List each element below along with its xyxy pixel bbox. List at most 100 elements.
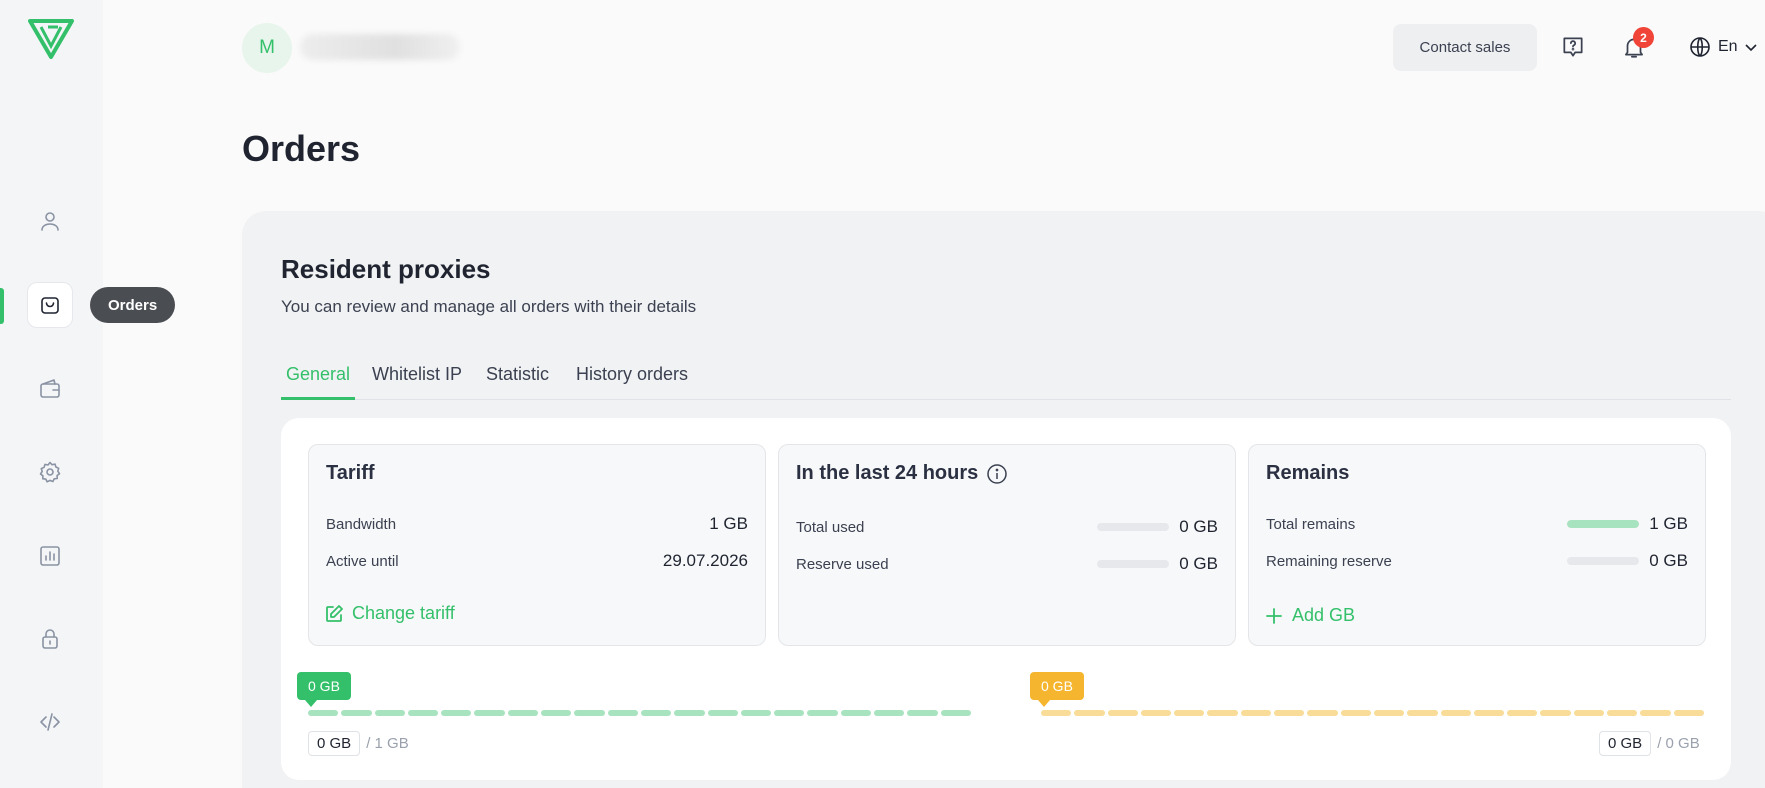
meter-segment [774, 710, 805, 716]
user-icon [41, 212, 59, 231]
active-until-value: 29.07.2026 [662, 551, 748, 570]
sidebar-tooltip: Orders [90, 287, 176, 323]
sidebar-item-statistics[interactable] [27, 533, 73, 579]
meter-segment [574, 710, 605, 716]
meter-segment [1240, 710, 1272, 716]
meter-segment [840, 710, 872, 716]
sidebar-item-settings[interactable] [27, 449, 73, 495]
reserve-usage-meter [1041, 710, 1704, 716]
meter-segment [607, 710, 638, 716]
meter-segment [374, 710, 405, 716]
meter-segment [1041, 710, 1072, 716]
section-title: Resident proxies [281, 254, 491, 284]
help-icon [1563, 37, 1583, 57]
add-gb-button[interactable]: Add GB [1264, 605, 1355, 626]
reserve-usage-label: 0 GB / 0 GB [1599, 731, 1700, 756]
main-usage-flag: 0 GB [297, 672, 351, 707]
reserve-used-value: 0 GB [1179, 554, 1218, 573]
bandwidth-row: Bandwidth 1 GB [326, 513, 748, 535]
change-tariff-button[interactable]: Change tariff [324, 603, 455, 624]
sidebar-item-profile[interactable] [27, 198, 73, 244]
meter-segment [1507, 710, 1538, 716]
meter-segment [1074, 710, 1105, 716]
help-button[interactable] [1560, 34, 1586, 60]
meter-segment [640, 710, 672, 716]
total-used-row: Total used 0 GB [796, 516, 1218, 538]
active-until-row: Active until 29.07.2026 [326, 550, 748, 572]
sidebar-item-wallet[interactable] [27, 366, 73, 412]
meter-segment [407, 710, 439, 716]
remains-title: Remains [1266, 462, 1350, 484]
meter-segment [874, 710, 905, 716]
gear-icon [39, 461, 61, 483]
globe-icon [1690, 37, 1710, 57]
tab-whitelist-ip[interactable]: Whitelist IP [367, 364, 467, 400]
active-indicator [0, 288, 4, 324]
reserve-usage-used: 0 GB [1599, 731, 1652, 756]
reserve-used-row: Reserve used 0 GB [796, 553, 1218, 575]
notification-badge: 2 [1633, 27, 1654, 48]
lock-icon [42, 629, 58, 649]
meter-segment [474, 710, 505, 716]
last-24-hours-card: In the last 24 hours Total used 0 GB Res… [778, 444, 1236, 646]
meter-segment [1107, 710, 1138, 716]
sidebar-item-orders[interactable] [27, 282, 73, 328]
meter-segment [1307, 710, 1338, 716]
total-remains-label: Total remains [1266, 515, 1356, 533]
language-label: En [1718, 38, 1738, 55]
meter-segment [1340, 710, 1371, 716]
tab-history-orders[interactable]: History orders [571, 364, 693, 400]
meter-segment [1473, 710, 1505, 716]
sidebar-item-security[interactable] [27, 616, 73, 662]
meter-segment [907, 710, 938, 716]
remaining-reserve-label: Remaining reserve [1266, 552, 1392, 570]
total-used-label: Total used [796, 518, 865, 536]
total-used-value: 0 GB [1179, 517, 1218, 536]
page-title: Orders [242, 128, 361, 169]
meter-segment [674, 710, 705, 716]
avatar[interactable]: M [242, 23, 292, 73]
bar-chart-icon [40, 546, 60, 566]
main-usage-total: / 1 GB [366, 735, 409, 752]
tab-statistic[interactable]: Statistic [481, 364, 554, 400]
meter-segment [1274, 710, 1305, 716]
edit-icon [326, 604, 343, 622]
bandwidth-value: 1 GB [709, 514, 748, 533]
brand-logo[interactable] [28, 18, 74, 60]
meter-segment [1540, 710, 1571, 716]
total-remains-row: Total remains 1 GB [1266, 513, 1688, 535]
meter-segment [1640, 710, 1671, 716]
username-redacted [300, 34, 460, 60]
meter-segment [1607, 710, 1638, 716]
tab-general[interactable]: General [281, 364, 356, 400]
meter-segment [707, 710, 738, 716]
contact-sales-button[interactable]: Contact sales [1393, 24, 1537, 71]
sidebar-item-api[interactable] [27, 699, 73, 745]
meter-segment [308, 710, 339, 716]
meter-segment [1573, 710, 1605, 716]
tariff-card: Tariff Bandwidth 1 GB Active until 29.07… [308, 444, 766, 646]
meter-segment [507, 710, 539, 716]
meter-segment [740, 710, 772, 716]
meter-segment [341, 710, 372, 716]
meter-segment [1373, 710, 1405, 716]
meter-segment [1407, 710, 1438, 716]
meter-segment [1207, 710, 1238, 716]
total-used-bar [1097, 523, 1170, 531]
total-remains-value: 1 GB [1649, 514, 1688, 533]
info-icon[interactable] [986, 463, 1008, 485]
remains-card: Remains Total remains 1 GB Remaining res… [1248, 444, 1706, 646]
shopping-bag-icon [41, 297, 59, 314]
total-remains-bar [1567, 520, 1640, 528]
language-selector[interactable]: En [1688, 33, 1758, 61]
reserve-used-label: Reserve used [796, 555, 889, 573]
tariff-title: Tariff [326, 462, 375, 484]
sidebar [0, 0, 103, 788]
last-24-hours-title: In the last 24 hours [796, 462, 1008, 485]
wallet-icon [40, 379, 60, 398]
meter-segment [1440, 710, 1471, 716]
active-until-label: Active until [326, 552, 399, 570]
meter-segment [807, 710, 838, 716]
meter-segment [1140, 710, 1172, 716]
chevron-down-icon [1745, 44, 1757, 52]
